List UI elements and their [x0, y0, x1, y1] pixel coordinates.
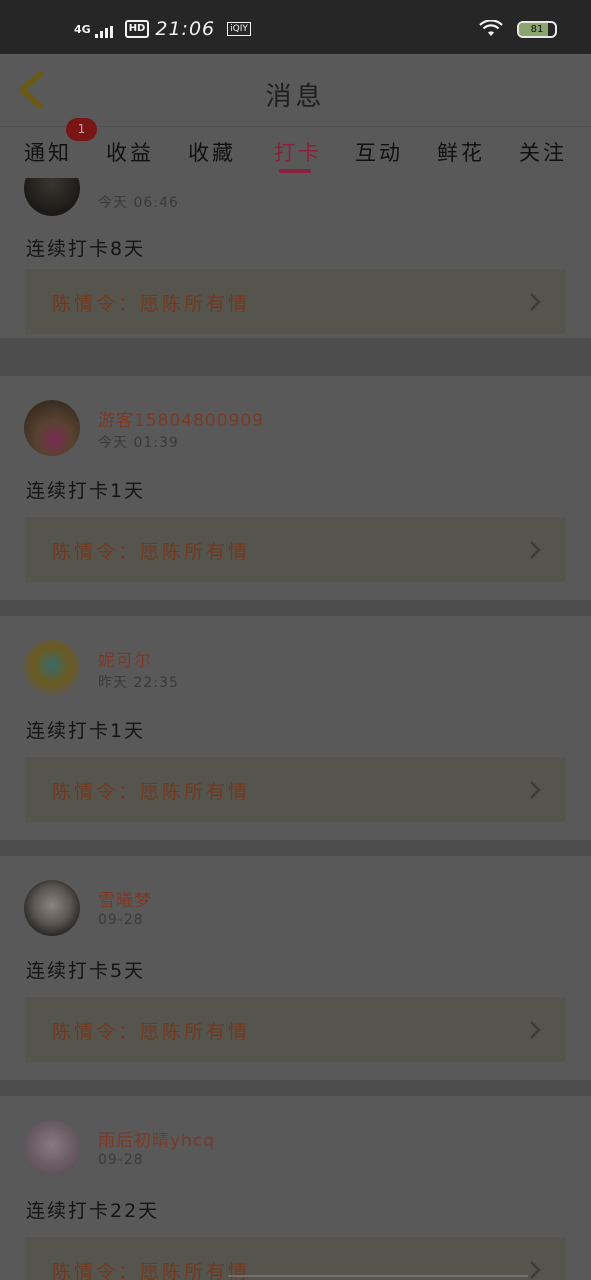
tab-follows[interactable]: 关注 [519, 137, 567, 167]
book-link-label: 陈情令：愿陈所有情 [52, 1021, 251, 1043]
book-link-label: 陈情令：愿陈所有情 [52, 1261, 251, 1280]
book-link-label: 陈情令：愿陈所有情 [52, 541, 251, 563]
checkin-card[interactable]: 雪曦梦 09-28 连续打卡5天 陈情令：愿陈所有情 [0, 856, 591, 1080]
book-link[interactable]: 陈情令：愿陈所有情 [25, 517, 566, 582]
app-header: 消息 [0, 54, 591, 126]
tab-flowers[interactable]: 鲜花 [437, 137, 485, 167]
chevron-right-icon [530, 293, 541, 311]
scroll-indicator[interactable] [228, 1275, 528, 1277]
tab-checkin[interactable]: 打卡 [274, 137, 322, 167]
chevron-right-icon [530, 781, 541, 799]
chevron-right-icon [530, 1261, 541, 1279]
app-notification-icon: iQIY [227, 22, 251, 36]
book-link[interactable]: 陈情令：愿陈所有情 [25, 997, 566, 1062]
clock: 21:06 [155, 18, 216, 40]
checkin-streak: 连续打卡22天 [26, 1200, 160, 1222]
chevron-right-icon [530, 541, 541, 559]
checkin-card[interactable]: 今天 06:46 连续打卡8天 陈情令：愿陈所有情 [0, 178, 591, 338]
post-time: 昨天 22:35 [98, 675, 179, 691]
checkin-streak: 连续打卡5天 [26, 960, 146, 982]
book-link[interactable]: 陈情令：愿陈所有情 [25, 269, 566, 334]
chevron-right-icon [530, 1021, 541, 1039]
checkin-card[interactable]: 雨后初晴yhcq 09-28 连续打卡22天 陈情令：愿陈所有情 [0, 1096, 591, 1280]
checkin-feed: 今天 06:46 连续打卡8天 陈情令：愿陈所有情 游客15804800909 … [0, 178, 591, 1280]
tab-favorites[interactable]: 收藏 [188, 137, 236, 167]
post-time: 09-28 [98, 912, 144, 928]
avatar[interactable] [24, 640, 80, 696]
checkin-streak: 连续打卡8天 [26, 238, 146, 260]
book-link-label: 陈情令：愿陈所有情 [52, 781, 251, 803]
book-link[interactable]: 陈情令：愿陈所有情 [25, 757, 566, 822]
checkin-card[interactable]: 游客15804800909 今天 01:39 连续打卡1天 陈情令：愿陈所有情 [0, 376, 591, 600]
post-time: 今天 01:39 [98, 435, 179, 451]
book-link[interactable]: 陈情令：愿陈所有情 [25, 1237, 566, 1280]
active-tab-indicator [279, 169, 311, 173]
post-time: 今天 06:46 [98, 195, 179, 211]
avatar[interactable] [24, 400, 80, 456]
hd-icon: HD [124, 20, 150, 38]
wifi-icon [479, 20, 503, 36]
avatar[interactable] [24, 880, 80, 936]
checkin-streak: 连续打卡1天 [26, 720, 146, 742]
tab-notifications[interactable]: 通知 [24, 137, 72, 167]
username[interactable]: 游客15804800909 [98, 406, 264, 431]
post-time: 09-28 [98, 1152, 144, 1168]
page-title: 消息 [265, 82, 326, 112]
battery-icon: 81 [517, 20, 557, 38]
network-type: 4G [74, 22, 91, 36]
avatar[interactable] [24, 1120, 80, 1176]
tab-interactions[interactable]: 互动 [355, 137, 403, 167]
checkin-card[interactable]: 妮可尔 昨天 22:35 连续打卡1天 陈情令：愿陈所有情 [0, 616, 591, 840]
status-bar: 4G HD 21:06 iQIY 81 [0, 0, 591, 54]
checkin-streak: 连续打卡1天 [26, 480, 146, 502]
book-link-label: 陈情令：愿陈所有情 [52, 293, 251, 315]
username[interactable]: 妮可尔 [98, 646, 152, 671]
signal-icon [94, 26, 113, 38]
tab-earnings[interactable]: 收益 [106, 137, 154, 167]
notification-badge: 1 [66, 118, 97, 141]
username[interactable]: 雨后初晴yhcq [98, 1126, 215, 1151]
username[interactable]: 雪曦梦 [98, 886, 152, 911]
avatar[interactable] [24, 178, 80, 216]
